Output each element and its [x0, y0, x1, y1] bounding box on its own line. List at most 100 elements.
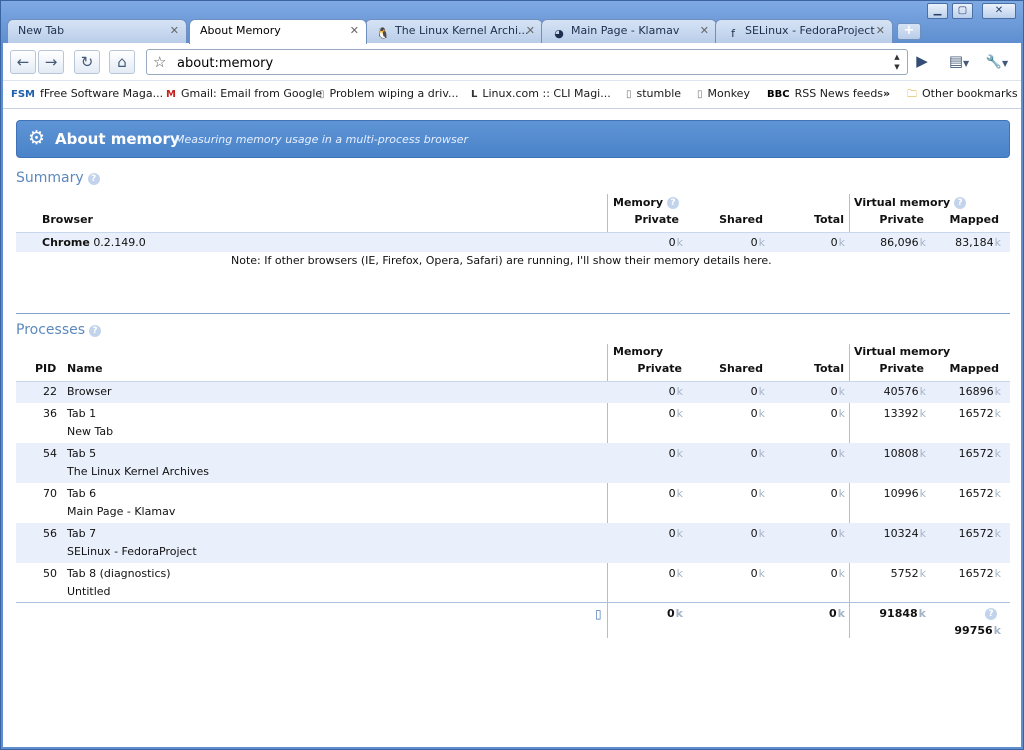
- chevron-down-icon: ▼: [1002, 59, 1009, 68]
- forward-button[interactable]: →: [38, 50, 64, 74]
- wrench-icon: 🔧: [985, 55, 1003, 70]
- help-icon[interactable]: ?: [954, 197, 967, 209]
- shared-cell: 0k: [750, 447, 765, 460]
- virtual-private-cell: 40576k: [883, 385, 926, 398]
- process-title-cell: The Linux Kernel Archives: [67, 465, 210, 478]
- pid-cell: 56: [43, 527, 57, 540]
- name-column-header: Name: [67, 362, 103, 375]
- virtual-private-cell: 10996k: [883, 487, 926, 500]
- virtual-private-column-header: Private: [879, 362, 924, 375]
- other-bookmarks-folder[interactable]: 🗀 Other bookmarks: [907, 87, 1018, 104]
- virtual-private-cell: 5752k: [890, 567, 926, 580]
- home-icon: ⌂: [117, 53, 127, 71]
- help-icon[interactable]: ?: [89, 325, 102, 337]
- process-title-cell: SELinux - FedoraProject: [67, 545, 197, 558]
- bookmark-item[interactable]: M Gmail: Email from Google: [166, 87, 322, 100]
- bookmark-item[interactable]: ▯ Monkey: [697, 87, 750, 100]
- virtual-private-cell: 86,096k: [880, 236, 926, 249]
- private-cell: 0k: [668, 385, 683, 398]
- shared-column-header: Shared: [719, 213, 763, 226]
- address-scroll-arrows-icon[interactable]: ▲ ▼: [890, 52, 904, 72]
- private-column-header: Private: [634, 213, 679, 226]
- mapped-cell: 16572k: [958, 567, 1001, 580]
- shared-column-header: Shared: [719, 362, 763, 375]
- more-bookmarks-chevron-icon[interactable]: »: [883, 87, 890, 100]
- address-bar[interactable]: ☆ ▲▼: [146, 49, 908, 75]
- penguin-icon: 🐧: [376, 27, 390, 40]
- tab-label: About Memory: [200, 24, 281, 37]
- mapped-cell: 16572k: [958, 487, 1001, 500]
- minimize-button[interactable]: ▁: [927, 3, 948, 19]
- bookmark-label: fFree Software Maga...: [39, 87, 164, 100]
- close-window-button[interactable]: ✕: [982, 3, 1016, 19]
- bbc-icon: BBC: [767, 89, 790, 100]
- close-tab-icon[interactable]: ✕: [350, 20, 359, 42]
- private-cell: 0k: [668, 567, 683, 580]
- private-column-header: Private: [637, 362, 682, 375]
- virtual-private-cell: 10808k: [883, 447, 926, 460]
- help-icon[interactable]: ?: [985, 608, 997, 620]
- bookmark-item[interactable]: FSM fFree Software Maga...: [11, 87, 163, 100]
- close-tab-icon[interactable]: ✕: [700, 20, 709, 42]
- chevron-down-icon: ▼: [963, 59, 970, 68]
- tab-5[interactable]: f SELinux - FedoraProject ✕: [715, 19, 893, 43]
- help-icon[interactable]: ?: [87, 173, 100, 185]
- pid-cell: 50: [43, 567, 57, 580]
- mapped-cell: 16572k: [958, 527, 1001, 540]
- url-input[interactable]: [177, 54, 877, 72]
- maximize-button[interactable]: ▢: [952, 3, 973, 19]
- processes-heading: Processes?: [16, 322, 102, 338]
- new-tab-button[interactable]: +: [897, 23, 921, 40]
- mapped-cell: 16896k: [958, 385, 1001, 398]
- mapped-cell: 83,184k: [955, 236, 1001, 249]
- close-tab-icon[interactable]: ✕: [526, 20, 535, 42]
- gmail-icon: M: [166, 89, 176, 100]
- page-icon: ▯: [319, 89, 325, 100]
- page-icon: ▯: [626, 89, 632, 100]
- help-icon[interactable]: ?: [667, 197, 680, 209]
- tab-label: SELinux - FedoraProject: [745, 24, 875, 37]
- reload-button[interactable]: ↻: [74, 50, 100, 74]
- shared-cell: 0k: [750, 407, 765, 420]
- process-name-cell: Browser: [67, 385, 112, 398]
- total-cell: 0k: [830, 407, 845, 420]
- forward-arrow-icon: →: [44, 53, 58, 71]
- tab-3[interactable]: 🐧 The Linux Kernel Archi... ✕: [365, 19, 543, 43]
- close-tab-icon[interactable]: ✕: [170, 20, 179, 42]
- bookmarks-bar: FSM fFree Software Maga... M Gmail: Email f…: [3, 81, 1021, 109]
- close-tab-icon[interactable]: ✕: [876, 20, 885, 42]
- process-title-cell: Main Page - Klamav: [67, 505, 176, 518]
- gear-icon: ⚙: [28, 127, 46, 149]
- other-bookmarks-label: Other bookmarks: [922, 87, 1018, 100]
- total-cell: 0k: [830, 567, 845, 580]
- wrench-menu-button[interactable]: 🔧▼: [979, 50, 1015, 74]
- tab-4[interactable]: ◕ Main Page - Klamav ✕: [541, 19, 717, 43]
- page-content: ⚙ About memory Measuring memory usage in…: [3, 109, 1021, 747]
- page-title: About memory: [55, 130, 180, 148]
- bookmark-item[interactable]: ▯ stumble: [626, 87, 681, 100]
- shared-cell: 0k: [750, 567, 765, 580]
- page-menu-button[interactable]: ▤▼: [941, 50, 977, 74]
- page-subtitle: Measuring memory usage in a multi-proces…: [175, 133, 468, 146]
- totals-marker-icon: ▯: [595, 607, 602, 621]
- virtual-private-cell: 13392k: [883, 407, 926, 420]
- total-cell: 0k: [830, 527, 845, 540]
- total-cell: 0k: [830, 236, 845, 249]
- bookmark-label: Gmail: Email from Google: [180, 87, 323, 100]
- bookmark-item[interactable]: L Linux.com :: CLI Magi...: [471, 87, 611, 100]
- back-button[interactable]: ←: [10, 50, 36, 74]
- bookmark-item[interactable]: BBC RSS News feeds: [767, 87, 883, 100]
- pid-cell: 22: [43, 385, 57, 398]
- page-header-banner: ⚙ About memory Measuring memory usage in…: [16, 120, 1010, 158]
- tab-2[interactable]: About Memory ✕: [189, 19, 367, 44]
- klamav-icon: ◕: [554, 27, 564, 40]
- bookmark-item[interactable]: ▯ Problem wiping a driv...: [319, 87, 458, 100]
- tab-1[interactable]: New Tab ✕: [7, 19, 187, 43]
- home-button[interactable]: ⌂: [109, 50, 135, 74]
- mapped-column-header: Mapped: [949, 362, 999, 375]
- private-cell: 0k: [668, 407, 683, 420]
- bookmark-label: Monkey: [707, 87, 750, 100]
- tab-label: Main Page - Klamav: [571, 24, 680, 37]
- go-button[interactable]: ▶: [909, 50, 935, 74]
- bookmark-star-icon[interactable]: ☆: [153, 53, 166, 71]
